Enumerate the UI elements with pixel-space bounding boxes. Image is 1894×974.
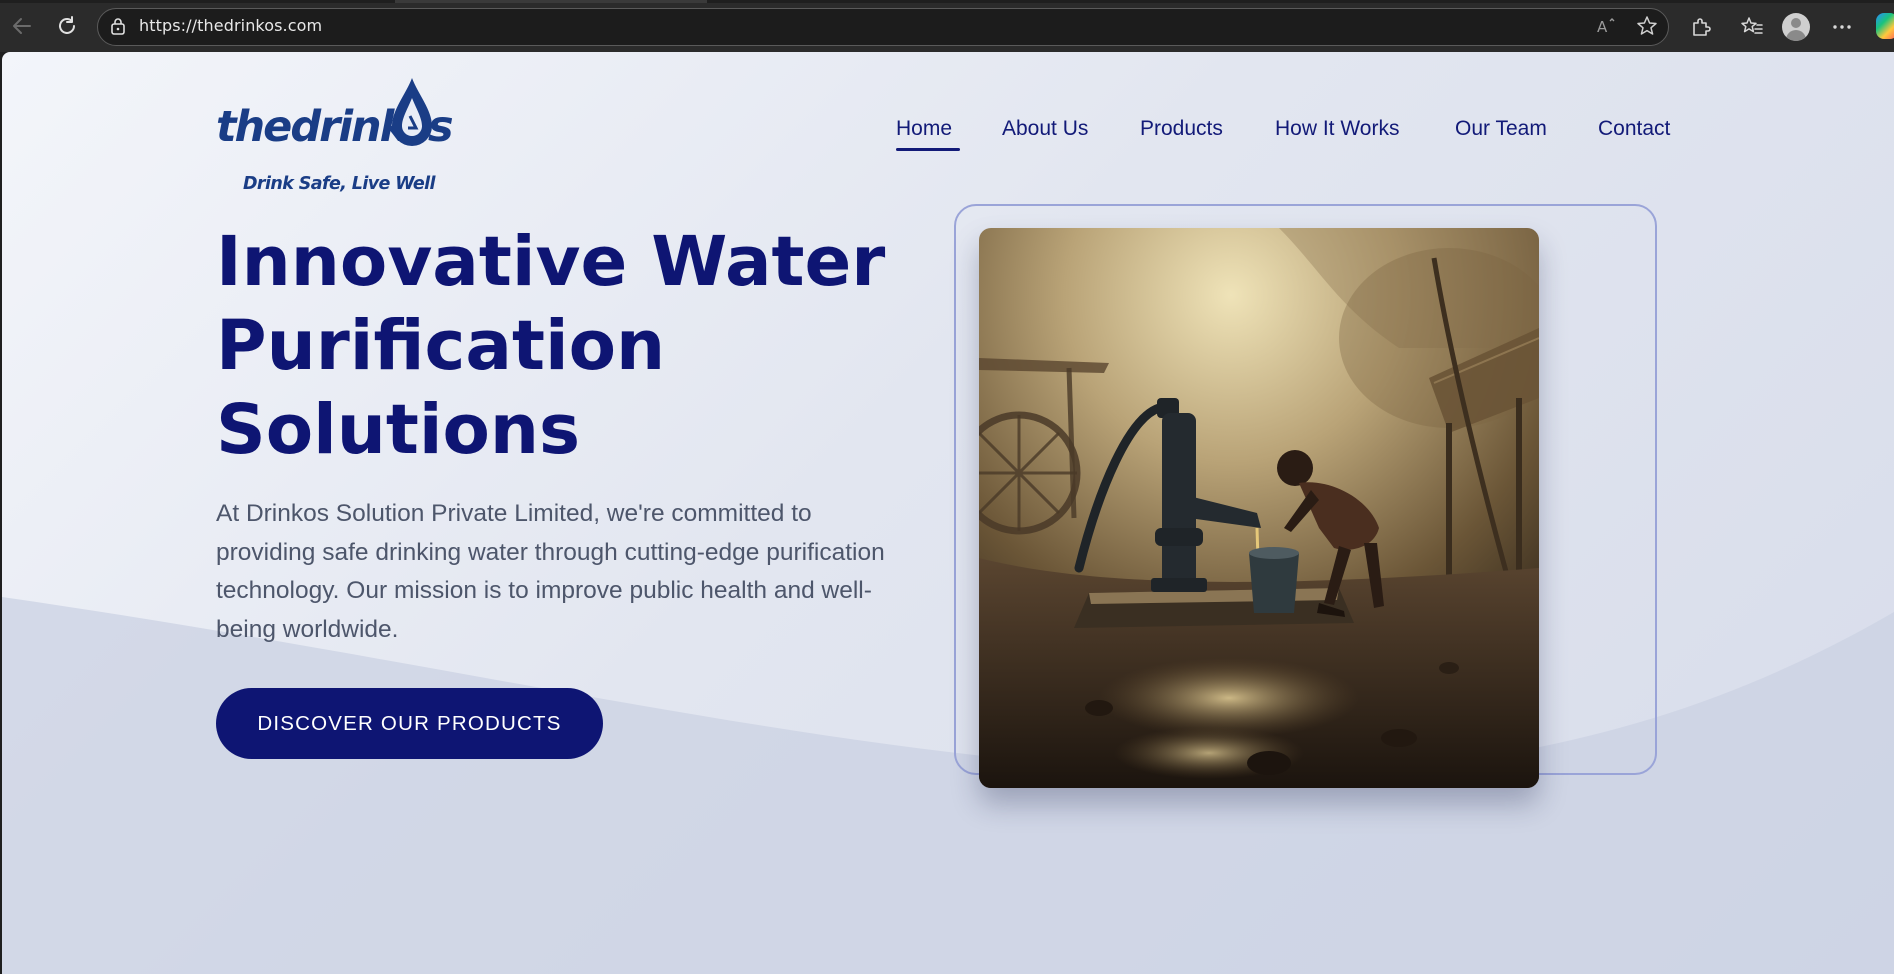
address-bar[interactable] — [97, 8, 1669, 46]
back-arrow-icon[interactable] — [8, 12, 36, 40]
hero-title-line: Solutions — [216, 390, 581, 470]
nav-home[interactable]: Home — [896, 117, 952, 141]
logo-wordmark: thedrink — [216, 102, 408, 152]
puzzle-icon[interactable] — [1687, 13, 1715, 41]
url-text[interactable]: https://thedrinkos.com — [139, 16, 322, 35]
hero-photo — [979, 228, 1539, 788]
copilot-icon[interactable] — [1876, 13, 1894, 39]
reload-icon[interactable] — [53, 12, 81, 40]
nav-our-team[interactable]: Our Team — [1455, 117, 1547, 141]
web-page: thedrink s Drink Safe, Live Well Home Ab… — [2, 52, 1894, 974]
hero-title-line: Innovative Water — [216, 222, 886, 302]
nav-products[interactable]: Products — [1140, 117, 1223, 141]
browser-toolbar: https://thedrinkos.com A — [0, 0, 1894, 52]
logo-wordmark-end: s — [428, 102, 454, 152]
active-tab-hint — [395, 0, 707, 3]
site-logo[interactable]: thedrink s Drink Safe, Live Well — [216, 76, 456, 196]
nav-contact[interactable]: Contact — [1598, 117, 1670, 141]
hero-description: At Drinkos Solution Private Limited, we'… — [216, 500, 885, 643]
hero-title: Innovative Water Purification Solutions — [216, 220, 896, 472]
nav-how-it-works[interactable]: How It Works — [1275, 117, 1399, 141]
favorites-icon[interactable] — [1738, 13, 1766, 41]
read-aloud-icon[interactable]: A — [1594, 13, 1620, 39]
tab-strip-edge — [0, 0, 1894, 3]
hero-title-line: Purification — [216, 306, 666, 386]
lock-icon[interactable] — [110, 17, 126, 35]
star-icon[interactable] — [1634, 13, 1660, 39]
logo-tagline: Drink Safe, Live Well — [243, 174, 436, 194]
avatar-icon[interactable] — [1782, 13, 1810, 41]
nav-about-us[interactable]: About Us — [1002, 117, 1088, 141]
nav-active-indicator — [896, 148, 960, 151]
more-icon[interactable] — [1828, 13, 1856, 41]
discover-products-button[interactable]: DISCOVER OUR PRODUCTS — [216, 688, 603, 759]
svg-text:A: A — [1597, 18, 1608, 36]
